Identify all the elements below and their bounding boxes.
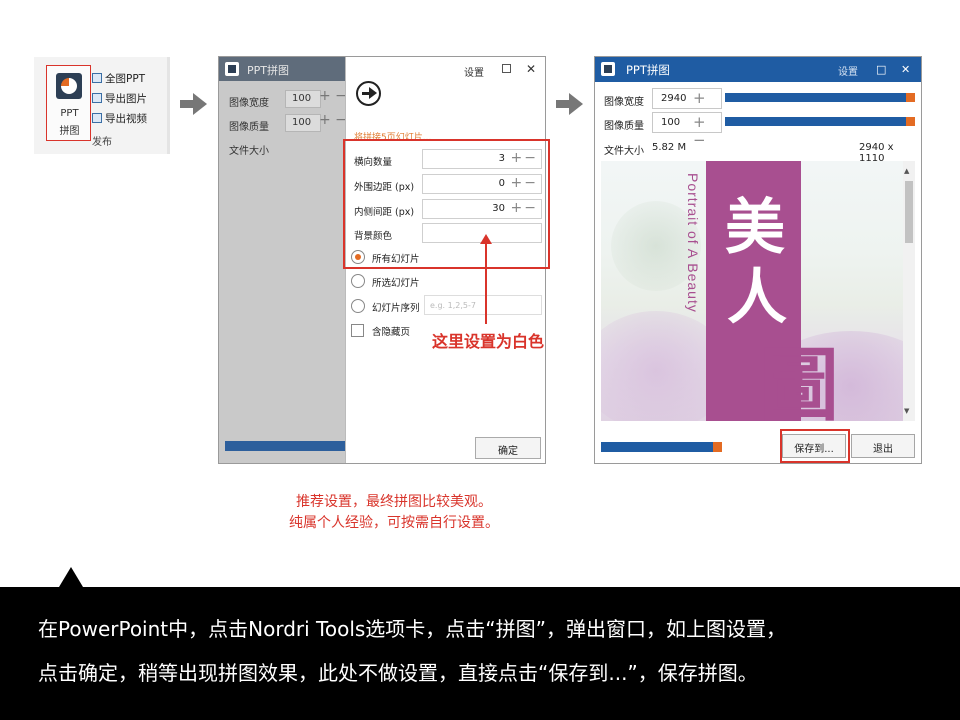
- preview-vertical-title: Portrait of A Beauty: [685, 173, 701, 313]
- progress-bar: [601, 442, 722, 452]
- window-title: PPT拼图: [626, 63, 670, 77]
- menu-item-export-image[interactable]: 导出图片: [92, 91, 147, 107]
- caption-line-1: 推荐设置，最终拼图比较美观。: [296, 494, 492, 510]
- pointer-triangle-icon: [59, 567, 83, 587]
- quality-input[interactable]: 100 +−: [652, 112, 722, 149]
- puzzle-preview: Portrait of A Beauty 美 人 圖: [601, 161, 903, 421]
- settings-tab[interactable]: 设置: [838, 63, 858, 78]
- window-title: PPT拼图: [247, 64, 289, 77]
- ribbon-group-label: 发布: [92, 137, 112, 148]
- arrow-right-icon[interactable]: [356, 81, 381, 106]
- filesize-value: 5.82 M: [652, 142, 687, 153]
- maximize-icon[interactable]: [502, 64, 511, 73]
- quality-value: 100: [661, 117, 681, 128]
- menu-item-export-video[interactable]: 导出视频: [92, 111, 147, 127]
- recommendation-caption: 推荐设置，最终拼图比较美观。 纯属个人经验，可按需自行设置。: [230, 492, 558, 534]
- instruction-band: 在PowerPoint中，点击Nordri Tools选项卡，点击“拼图”，弹出…: [0, 587, 960, 720]
- width-label: 图像宽度: [604, 97, 644, 108]
- exit-button[interactable]: 退出: [851, 434, 915, 458]
- quality-stepper[interactable]: + −: [319, 112, 347, 128]
- close-icon[interactable]: ✕: [901, 63, 910, 76]
- option-selected-slides-label: 所选幻灯片: [372, 278, 420, 289]
- maximize-icon[interactable]: □: [876, 63, 886, 76]
- bg-color-note: 这里设置为白色: [432, 332, 545, 351]
- include-hidden-checkbox[interactable]: [351, 324, 364, 337]
- full-ppt-icon: [92, 73, 102, 83]
- step-arrow-icon: [180, 93, 208, 115]
- export-video-icon: [92, 113, 102, 123]
- ribbon-fragment: PPT 拼图 全图PPT 导出图片 导出视频 发布: [34, 57, 170, 154]
- width-label: 图像宽度: [229, 98, 269, 109]
- include-hidden-label: 含隐藏页: [372, 327, 411, 338]
- radio-selected-slides[interactable]: [351, 274, 365, 288]
- width-input[interactable]: 2940+−: [652, 88, 722, 125]
- width-value: 2940: [661, 93, 687, 104]
- ppt-puzzle-label-1: PPT: [60, 108, 79, 119]
- red-pointer-arrow-icon: [480, 234, 492, 324]
- close-icon[interactable]: ✕: [526, 62, 536, 76]
- scroll-up-icon[interactable]: ▲: [904, 167, 909, 175]
- quality-stepper[interactable]: +−: [693, 113, 721, 149]
- instruction-line-2: 点击确定，稍等出现拼图效果，此处不做设置，直接点击“保存到...”，保存拼图。: [38, 661, 758, 685]
- scrollbar-thumb[interactable]: [905, 181, 913, 243]
- quality-label: 图像质量: [229, 122, 269, 133]
- ribbon-edge: [167, 57, 170, 154]
- width-stepper[interactable]: + −: [319, 88, 347, 104]
- instruction-line-1: 在PowerPoint中，点击Nordri Tools选项卡，点击“拼图”，弹出…: [38, 617, 787, 641]
- quality-input[interactable]: 100: [285, 114, 321, 132]
- preview-scrollbar[interactable]: ▲ ▼: [903, 161, 915, 421]
- quality-label: 图像质量: [604, 121, 644, 132]
- radio-slide-sequence[interactable]: [351, 299, 365, 313]
- save-highlight-box: [780, 429, 850, 463]
- step-arrow-icon: [556, 93, 584, 115]
- width-bar: [725, 93, 915, 102]
- ok-button[interactable]: 确定: [475, 437, 541, 459]
- window-titlebar: PPT拼图: [219, 57, 345, 81]
- ppt-puzzle-icon: [56, 73, 82, 99]
- window-titlebar: PPT拼图 设置 □ ✕: [595, 57, 921, 82]
- progress-bar: [225, 441, 351, 451]
- settings-tab[interactable]: 设置: [464, 64, 484, 79]
- app-icon: [225, 62, 239, 76]
- app-icon: [601, 62, 615, 76]
- settings-highlight-box: [343, 139, 550, 269]
- ppt-puzzle-button[interactable]: PPT 拼图: [46, 65, 91, 141]
- filesize-label: 文件大小: [604, 146, 644, 157]
- width-input[interactable]: 100: [285, 90, 321, 108]
- quality-bar: [725, 117, 915, 126]
- scroll-down-icon[interactable]: ▼: [904, 407, 909, 415]
- menu-item-label: 导出视频: [105, 113, 147, 125]
- caption-line-2: 纯属个人经验，可按需自行设置。: [289, 515, 499, 531]
- ppt-puzzle-label-2: 拼图: [59, 126, 80, 137]
- export-image-icon: [92, 93, 102, 103]
- option-slide-sequence-label: 幻灯片序列: [372, 303, 420, 314]
- menu-item-label: 导出图片: [105, 93, 147, 105]
- calligraphy-char-3: 圖: [759, 338, 839, 421]
- puzzle-window-result: PPT拼图 设置 □ ✕ 图像宽度 2940+− 图像质量 100 +− 文件大小…: [594, 56, 922, 464]
- menu-item-full-ppt[interactable]: 全图PPT: [92, 71, 145, 87]
- menu-item-label: 全图PPT: [105, 73, 146, 85]
- filesize-label: 文件大小: [229, 146, 269, 157]
